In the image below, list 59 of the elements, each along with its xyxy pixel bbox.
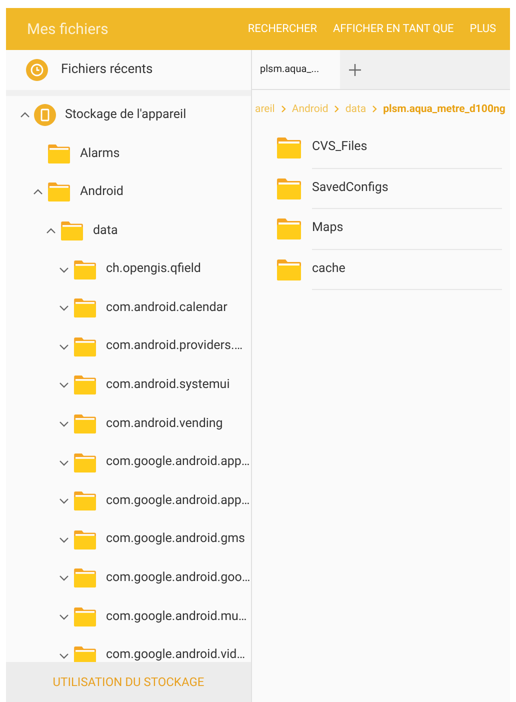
folder-icon — [276, 218, 302, 240]
recent-files-item[interactable]: Fichiers récents — [6, 50, 251, 96]
folder-icon — [73, 452, 97, 473]
chevron-right-icon — [334, 105, 340, 113]
folder-icon — [73, 530, 97, 550]
tree-item[interactable]: Android — [6, 173, 251, 212]
tab[interactable]: plsm.aqua_... — [252, 50, 340, 89]
app-title: Mes fichiers — [27, 18, 110, 40]
folder-icon — [73, 646, 97, 662]
caret-down-icon[interactable] — [59, 305, 69, 312]
folder-icon — [276, 178, 302, 200]
caret-down-icon[interactable] — [59, 266, 69, 273]
folder-icon — [73, 336, 97, 357]
folder-icon — [73, 298, 97, 318]
tree-item[interactable]: com.android.calendar — [6, 288, 251, 328]
caret-down-icon[interactable] — [59, 614, 69, 620]
folder-icon — [60, 221, 84, 242]
caret-up-icon[interactable] — [46, 228, 56, 234]
tree-item[interactable]: com.google.android.goo… — [6, 559, 251, 598]
caret-up-icon[interactable] — [33, 189, 43, 196]
folder-icon — [276, 258, 302, 281]
folder-icon — [73, 491, 97, 512]
folder-icon — [47, 182, 71, 202]
tree-item[interactable]: com.google.android.app… — [6, 443, 251, 482]
tree-item[interactable]: com.android.vending — [6, 404, 251, 444]
caret-down-icon[interactable] — [59, 652, 69, 659]
chevron-right-icon — [280, 105, 286, 113]
caret-up-icon[interactable] — [20, 112, 30, 118]
clock-icon — [26, 59, 48, 81]
tree-item[interactable]: Alarms — [6, 134, 251, 174]
tree-item[interactable]: ch.opengis.qfield — [6, 250, 251, 289]
folder-row[interactable]: CVS_Files — [252, 128, 510, 168]
caret-down-icon[interactable] — [59, 344, 69, 350]
tree-item[interactable]: data — [6, 212, 251, 250]
chevron-right-icon — [372, 105, 378, 113]
tree-item[interactable]: com.google.android.gms — [6, 520, 251, 560]
folder-icon — [73, 414, 97, 434]
folder-row[interactable]: Maps — [252, 209, 510, 250]
caret-down-icon[interactable] — [59, 498, 69, 504]
folder-icon — [73, 260, 97, 280]
tree-item[interactable]: com.google.android.mu… — [6, 598, 251, 636]
folder-row[interactable]: SavedConfigs — [252, 168, 510, 209]
caret-down-icon[interactable] — [59, 382, 69, 388]
folder-icon — [47, 144, 71, 164]
caret-down-icon[interactable] — [59, 536, 69, 543]
caret-down-icon[interactable] — [59, 460, 69, 466]
folder-row[interactable]: cache — [252, 250, 510, 290]
folder-icon — [276, 137, 302, 160]
plus-icon — [349, 64, 361, 76]
caret-down-icon[interactable] — [59, 421, 69, 428]
tree-item[interactable]: com.google.android.app… — [6, 482, 251, 521]
tree-item[interactable]: Stockage de l'appareil — [6, 96, 251, 135]
tree-item[interactable]: com.android.providers.… — [6, 328, 251, 366]
folder-icon — [73, 607, 97, 628]
folder-icon — [73, 568, 97, 588]
tree-item[interactable]: com.android.systemui — [6, 366, 251, 405]
caret-down-icon[interactable] — [59, 575, 69, 582]
phone-icon — [34, 104, 56, 126]
folder-icon — [73, 375, 97, 396]
